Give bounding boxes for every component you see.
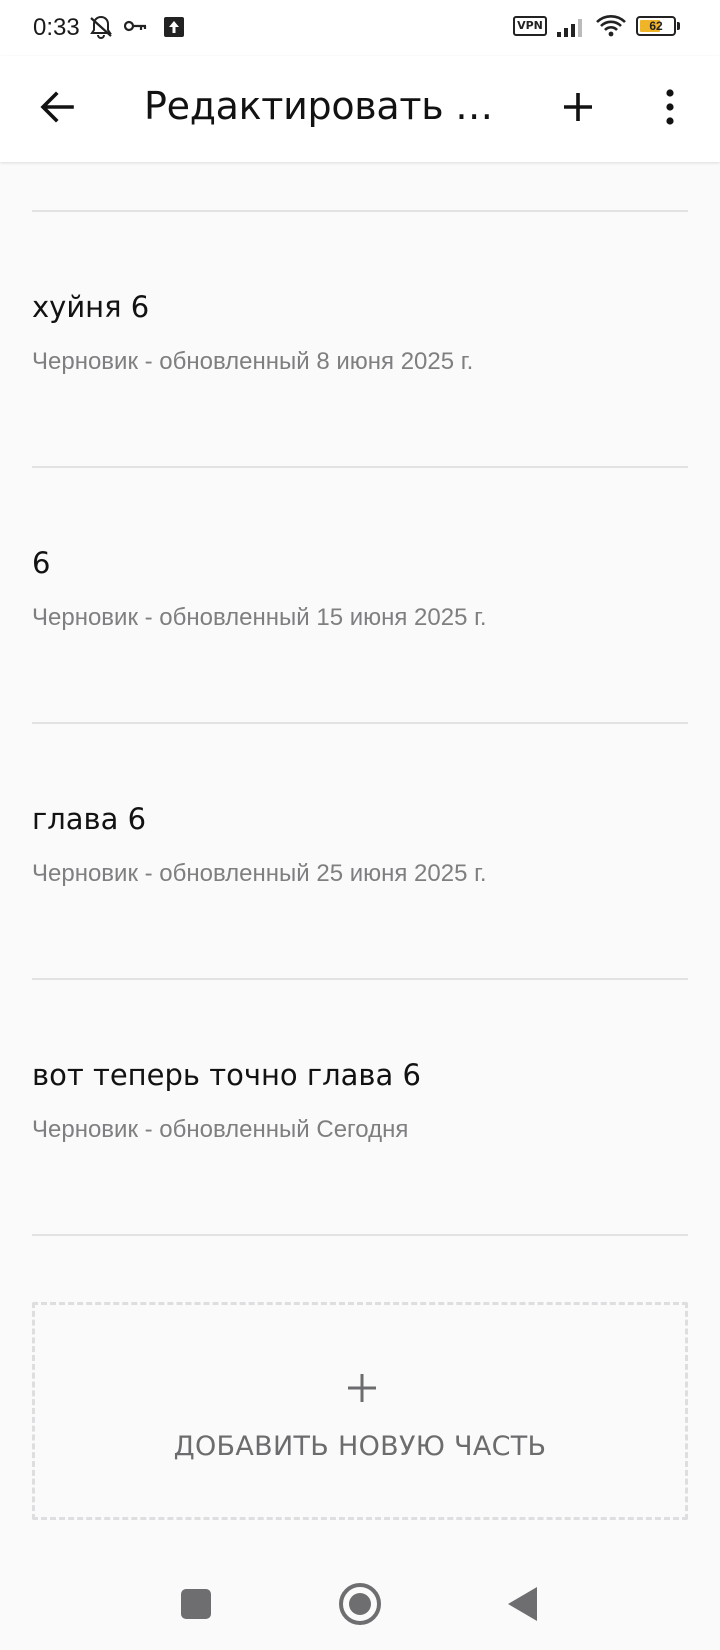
back-triangle-icon [508,1587,537,1621]
part-title: 6 [32,546,51,580]
part-status: Черновик - обновленный 15 июня 2025 г. [32,604,487,631]
part-status: Черновик - обновленный Сегодня [32,1116,409,1143]
battery-tip [677,22,680,30]
signal-icon [557,19,582,37]
part-list-item[interactable]: 6 Черновик - обновленный 15 июня 2025 г. [0,468,720,722]
plus-icon [348,1374,376,1402]
status-time: 0:33 [33,14,80,41]
wifi-icon [596,15,626,37]
recents-square-icon [181,1589,211,1619]
part-list-item[interactable]: вот теперь точно глава 6 Черновик - обно… [0,980,720,1234]
add-new-part-button[interactable]: ДОБАВИТЬ НОВУЮ ЧАСТЬ [32,1302,688,1520]
part-list-item[interactable]: глава 6 Черновик - обновленный 25 июня 2… [0,724,720,978]
system-nav-bar [0,1560,720,1650]
vpn-label: VPN [517,19,543,32]
add-button[interactable] [552,81,604,133]
page-title: Редактировать и… [144,84,504,128]
more-options-button[interactable] [648,81,692,133]
upload-icon [164,17,184,37]
screen: 0:33 VPN 62 Редактировать и… хуйня 6 Чер… [0,0,720,1650]
more-vertical-icon [666,89,674,125]
back-nav-button[interactable] [500,1580,548,1628]
part-title: глава 6 [32,802,147,836]
battery-level: 62 [649,19,663,33]
status-bar: 0:33 VPN 62 [0,0,720,56]
part-status: Черновик - обновленный 8 июня 2025 г. [32,348,474,375]
battery-icon: 62 [636,16,676,36]
plus-icon [564,93,592,121]
app-bar: Редактировать и… [0,56,720,162]
part-list-item[interactable]: хуйня 6 Черновик - обновленный 8 июня 20… [0,212,720,466]
part-title: вот теперь точно глава 6 [32,1058,421,1092]
part-status: Черновик - обновленный 25 июня 2025 г. [32,860,487,887]
recents-button[interactable] [172,1580,220,1628]
vpn-icon: VPN [513,16,547,36]
home-button[interactable] [336,1580,384,1628]
part-title: хуйня 6 [32,290,150,324]
arrow-back-icon [40,91,74,123]
divider [32,1234,688,1236]
add-new-part-label: ДОБАВИТЬ НОВУЮ ЧАСТЬ [173,1431,547,1462]
key-icon [124,20,147,32]
mute-notifications-icon [90,15,112,39]
home-circle-icon [339,1583,381,1625]
back-button[interactable] [32,81,84,133]
